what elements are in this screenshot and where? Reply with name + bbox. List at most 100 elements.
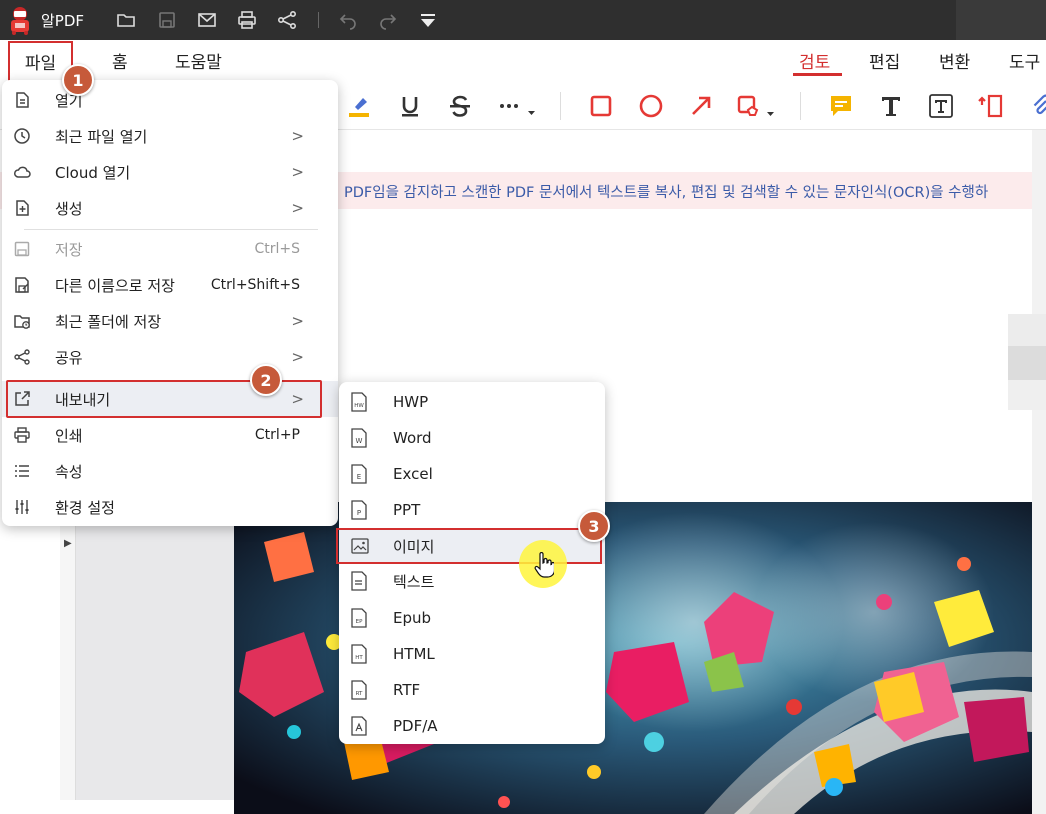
export-item-label: Word <box>393 429 432 447</box>
active-tab-underline <box>793 73 842 76</box>
step-badge-2: 2 <box>250 364 282 396</box>
tab-tools[interactable]: 도구 <box>1009 48 1040 73</box>
export-item-label: RTF <box>393 681 421 699</box>
submenu-arrow-icon: > <box>291 199 304 217</box>
epub-file-icon: EP <box>351 608 367 628</box>
list-icon <box>12 461 32 481</box>
print-icon[interactable] <box>237 10 257 30</box>
export-html[interactable]: HT HTML <box>339 636 605 672</box>
export-excel[interactable]: E Excel <box>339 456 605 492</box>
mail-icon[interactable] <box>197 10 217 30</box>
export-item-label: PDF/A <box>393 717 438 735</box>
menu-divider <box>24 229 318 230</box>
menu-item-print[interactable]: 인쇄 Ctrl+P <box>2 417 338 453</box>
print-icon <box>12 425 32 445</box>
new-file-icon <box>12 198 32 218</box>
quick-access-dropdown-icon[interactable] <box>418 10 438 30</box>
step-badge-1: 1 <box>62 64 94 96</box>
cloud-icon <box>12 162 32 182</box>
textbox-icon[interactable] <box>927 92 955 120</box>
rtf-file-icon: RT <box>351 680 367 700</box>
menu-item-label: 다른 이름으로 저장 <box>55 276 175 295</box>
strikethrough-icon[interactable] <box>446 92 474 120</box>
title-bar: 알PDF <box>0 0 1046 40</box>
attachment-icon[interactable] <box>1027 92 1046 120</box>
shape-dropdown-icon[interactable] <box>736 92 780 120</box>
export-item-label: 텍스트 <box>393 572 435 591</box>
expand-panel-icon[interactable]: ▶ <box>64 538 72 549</box>
menu-item-share[interactable]: 공유 > <box>2 339 338 375</box>
menu-item-label: 생성 <box>55 199 83 218</box>
underline-icon[interactable] <box>396 92 424 120</box>
submenu-arrow-icon: > <box>291 348 304 366</box>
excel-file-icon: E <box>351 464 367 484</box>
toolbar-separator <box>560 92 561 120</box>
sliders-icon <box>12 497 32 517</box>
highlight-icon[interactable] <box>346 92 374 120</box>
arrow-icon[interactable] <box>687 92 715 120</box>
open-file-icon <box>12 90 32 110</box>
app-name: 알PDF <box>41 12 85 30</box>
menu-item-label: 환경 설정 <box>55 498 115 517</box>
tab-edit[interactable]: 편집 <box>869 48 900 73</box>
save-icon[interactable] <box>157 10 177 30</box>
export-ppt[interactable]: P PPT <box>339 492 605 528</box>
redo-icon[interactable] <box>378 10 398 30</box>
menu-item-shortcut: Ctrl+Shift+S <box>210 277 300 293</box>
share-icon[interactable] <box>277 10 297 30</box>
open-folder-icon[interactable] <box>116 10 136 30</box>
sticky-note-icon[interactable] <box>827 92 855 120</box>
menu-item-properties[interactable]: 속성 <box>2 453 338 489</box>
scroll-thumb[interactable] <box>1008 346 1046 380</box>
menu-item-save-recent-folder[interactable]: 최근 폴더에 저장 > <box>2 303 338 339</box>
menu-item-shortcut: Ctrl+S <box>254 241 300 257</box>
bottom-band <box>0 800 234 814</box>
tab-review[interactable]: 검토 <box>799 48 830 73</box>
export-hwp[interactable]: HW HWP <box>339 384 605 420</box>
ppt-file-icon: P <box>351 500 367 520</box>
menu-item-cloud-open[interactable]: Cloud 열기 > <box>2 154 338 190</box>
word-file-icon: W <box>351 428 367 448</box>
scroll-thumb-area[interactable] <box>1008 380 1046 410</box>
save-as-icon <box>12 275 32 295</box>
app-logo-icon <box>6 5 34 35</box>
svg-text:HT: HT <box>355 655 363 661</box>
export-epub[interactable]: EP Epub <box>339 600 605 636</box>
menu-item-save[interactable]: 저장 Ctrl+S <box>2 231 338 267</box>
menu-item-label: 최근 폴더에 저장 <box>55 312 162 331</box>
html-file-icon: HT <box>351 644 367 664</box>
tab-help[interactable]: 도움말 <box>173 48 224 73</box>
scroll-thumb-area[interactable] <box>1008 314 1046 346</box>
more-markup-icon[interactable] <box>496 92 540 120</box>
export-word[interactable]: W Word <box>339 420 605 456</box>
menu-item-recent-files[interactable]: 최근 파일 열기 > <box>2 118 338 154</box>
submenu-arrow-icon: > <box>291 312 304 330</box>
export-pdfa[interactable]: PDF/A <box>339 708 605 744</box>
window-controls-area <box>956 0 1046 40</box>
titlebar-separator <box>318 12 319 28</box>
menu-item-label: Cloud 열기 <box>55 163 131 182</box>
menu-item-create[interactable]: 생성 > <box>2 190 338 226</box>
svg-text:P: P <box>357 509 361 517</box>
text-file-icon <box>351 571 367 591</box>
svg-text:E: E <box>357 473 361 481</box>
folder-clock-icon <box>12 311 32 331</box>
export-rtf[interactable]: RT RTF <box>339 672 605 708</box>
menu-item-save-as[interactable]: 다른 이름으로 저장 Ctrl+Shift+S <box>2 267 338 303</box>
menu-item-label: 저장 <box>55 240 83 259</box>
text-icon[interactable] <box>877 92 905 120</box>
menu-item-open[interactable]: 열기 <box>2 82 338 118</box>
pdfa-file-icon <box>351 716 367 736</box>
undo-icon[interactable] <box>338 10 358 30</box>
circle-icon[interactable] <box>637 92 665 120</box>
tab-home[interactable]: 홈 <box>110 48 130 73</box>
tab-convert[interactable]: 변환 <box>939 48 970 73</box>
svg-text:RT: RT <box>356 691 363 697</box>
submenu-arrow-icon: > <box>291 127 304 145</box>
menu-item-preferences[interactable]: 환경 설정 <box>2 489 338 525</box>
right-edge-panel <box>1032 130 1046 814</box>
export-item-label: Excel <box>393 465 433 483</box>
menu-item-label: 속성 <box>55 462 83 481</box>
rectangle-icon[interactable] <box>587 92 615 120</box>
callout-icon[interactable] <box>977 92 1005 120</box>
